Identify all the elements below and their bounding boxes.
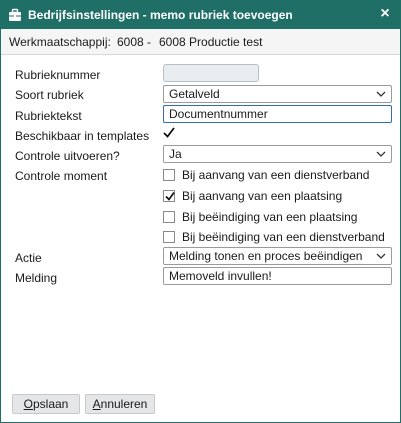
company-label: Werkmaatschappij: (9, 35, 111, 49)
controle-uitvoeren-value: Ja (169, 147, 182, 161)
company-code: 6008 (117, 35, 144, 49)
chevron-down-icon (376, 151, 386, 157)
controle-uitvoeren-label: Controle uitvoeren? (15, 149, 120, 163)
checkmark-icon (163, 127, 175, 138)
melding-input[interactable]: Memoveld invullen! (163, 267, 392, 285)
save-button-accesskey: O (23, 397, 33, 411)
soort-rubriek-select[interactable]: Getalveld (163, 85, 392, 103)
dialog-title: Bedrijfsinstellingen - memo rubriek toev… (28, 8, 293, 22)
beschikbaar-templates-label: Beschikbaar in templates (15, 129, 150, 143)
rubriektekst-label: Rubriektekst (15, 109, 82, 123)
title-bar[interactable]: Bedrijfsinstellingen - memo rubriek toev… (1, 1, 400, 29)
moment-aanvang-dienstverband-checkbox[interactable] (163, 169, 175, 181)
moment-aanvang-dienstverband-label: Bij aanvang van een dienstverband (182, 168, 370, 182)
rubrieknummer-label: Rubrieknummer (15, 68, 101, 82)
dialog-window: Bedrijfsinstellingen - memo rubriek toev… (0, 0, 401, 423)
close-icon[interactable]: × (376, 5, 394, 23)
cancel-button-label: nnuleren (100, 397, 148, 411)
briefcase-icon (9, 8, 21, 21)
moment-aanvang-plaatsing-checkbox[interactable] (163, 190, 175, 202)
controle-moment-label: Controle moment (15, 169, 108, 183)
save-button-label: pslaan (32, 397, 69, 411)
actie-select[interactable]: Melding tonen en proces beëindigen (163, 247, 392, 265)
cancel-button[interactable]: Annuleren (85, 394, 155, 414)
soort-rubriek-value: Getalveld (169, 87, 220, 101)
moment-beeindiging-dienstverband-checkbox[interactable] (163, 231, 175, 243)
save-button[interactable]: Opslaan (12, 394, 80, 414)
actie-value: Melding tonen en proces beëindigen (169, 249, 363, 263)
chevron-down-icon (376, 253, 386, 259)
company-info-bar: Werkmaatschappij: 6008 - 6008 Productie … (1, 29, 400, 55)
soort-rubriek-label: Soort rubriek (15, 88, 84, 102)
moment-beeindiging-plaatsing-label: Bij beëindiging van een plaatsing (182, 210, 358, 224)
moment-aanvang-plaatsing-label: Bij aanvang van een plaatsing (182, 189, 343, 203)
controle-uitvoeren-select[interactable]: Ja (163, 145, 392, 163)
company-separator: - (147, 35, 151, 49)
company-name: 6008 Productie test (159, 35, 263, 49)
rubriektekst-input[interactable]: Documentnummer (163, 105, 392, 123)
chevron-down-icon (376, 91, 386, 97)
moment-beeindiging-dienstverband-label: Bij beëindiging van een dienstverband (182, 230, 385, 244)
melding-label: Melding (15, 271, 58, 285)
moment-beeindiging-plaatsing-checkbox[interactable] (163, 211, 175, 223)
cancel-button-accesskey: A (92, 397, 101, 411)
rubrieknummer-input (163, 64, 259, 82)
actie-label: Actie (15, 251, 42, 265)
checkmark-icon (165, 192, 175, 201)
beschikbaar-templates-checkbox[interactable] (163, 127, 175, 139)
